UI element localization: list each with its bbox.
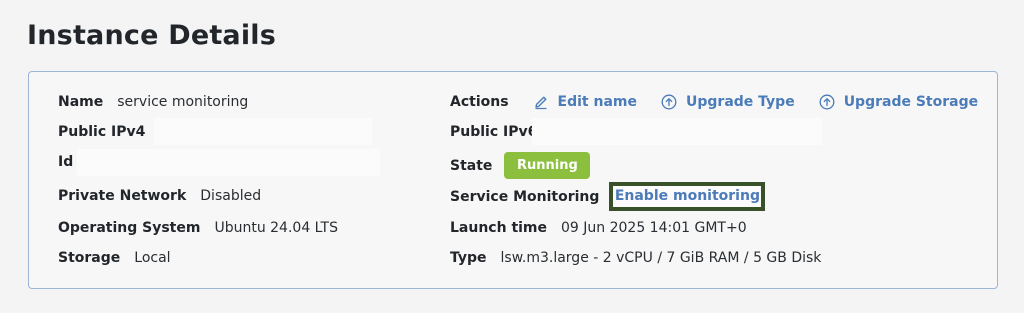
arrow-up-circle-icon	[661, 94, 677, 110]
operating-system-row: Operating System Ubuntu 24.04 LTS	[58, 219, 338, 237]
enable-monitoring-label: Enable monitoring	[614, 188, 760, 204]
private-network-value: Disabled	[200, 188, 262, 204]
state-row: State Running	[450, 152, 591, 179]
storage-label: Storage	[58, 250, 121, 266]
actions-label: Actions	[450, 94, 509, 110]
public-ipv4-row: Public IPv4	[58, 123, 159, 141]
public-ipv4-label: Public IPv4	[58, 124, 146, 140]
public-ipv6-redacted-field	[532, 118, 822, 145]
name-row: Name service monitoring	[58, 93, 248, 111]
type-label: Type	[450, 250, 487, 266]
upgrade-type-label: Upgrade Type	[686, 94, 795, 110]
name-value: service monitoring	[117, 94, 249, 110]
type-row: Type lsw.m3.large - 2 vCPU / 7 GiB RAM /…	[450, 249, 821, 267]
upgrade-storage-label: Upgrade Storage	[843, 94, 979, 110]
instance-details-panel: Name service monitoring Public IPv4 Id P…	[28, 71, 998, 289]
launch-time-row: Launch time 09 Jun 2025 14:01 GMT+0	[450, 219, 747, 237]
enable-monitoring-link[interactable]: Enable monitoring	[609, 182, 766, 211]
actions-row: Actions Edit name Upgrade Type Upgrade S…	[450, 93, 978, 111]
id-redacted-field	[77, 149, 380, 176]
pencil-icon	[534, 96, 547, 110]
upgrade-type-link[interactable]: Upgrade Type	[661, 93, 795, 111]
edit-name-link[interactable]: Edit name	[533, 93, 637, 111]
launch-time-value: 09 Jun 2025 14:01 GMT+0	[561, 220, 747, 236]
service-monitoring-label: Service Monitoring	[450, 188, 600, 205]
service-monitoring-row: Service Monitoring Enable monitoring	[450, 182, 766, 211]
status-badge: Running	[504, 152, 591, 179]
type-value: lsw.m3.large - 2 vCPU / 7 GiB RAM / 5 GB…	[500, 250, 822, 266]
storage-row: Storage Local	[58, 249, 171, 267]
storage-value: Local	[134, 250, 171, 266]
state-label: State	[450, 157, 493, 174]
operating-system-value: Ubuntu 24.04 LTS	[214, 220, 338, 236]
public-ipv6-label: Public IPv6	[450, 124, 538, 140]
launch-time-label: Launch time	[450, 220, 548, 236]
public-ipv4-redacted-field	[154, 118, 372, 145]
name-label: Name	[58, 94, 104, 110]
page-title: Instance Details	[27, 20, 277, 51]
arrow-up-circle-icon	[819, 94, 835, 110]
operating-system-label: Operating System	[58, 220, 201, 236]
upgrade-storage-link[interactable]: Upgrade Storage	[819, 93, 978, 111]
id-label: Id	[58, 154, 74, 170]
private-network-row: Private Network Disabled	[58, 187, 261, 205]
edit-name-label: Edit name	[557, 94, 637, 110]
private-network-label: Private Network	[58, 188, 187, 204]
